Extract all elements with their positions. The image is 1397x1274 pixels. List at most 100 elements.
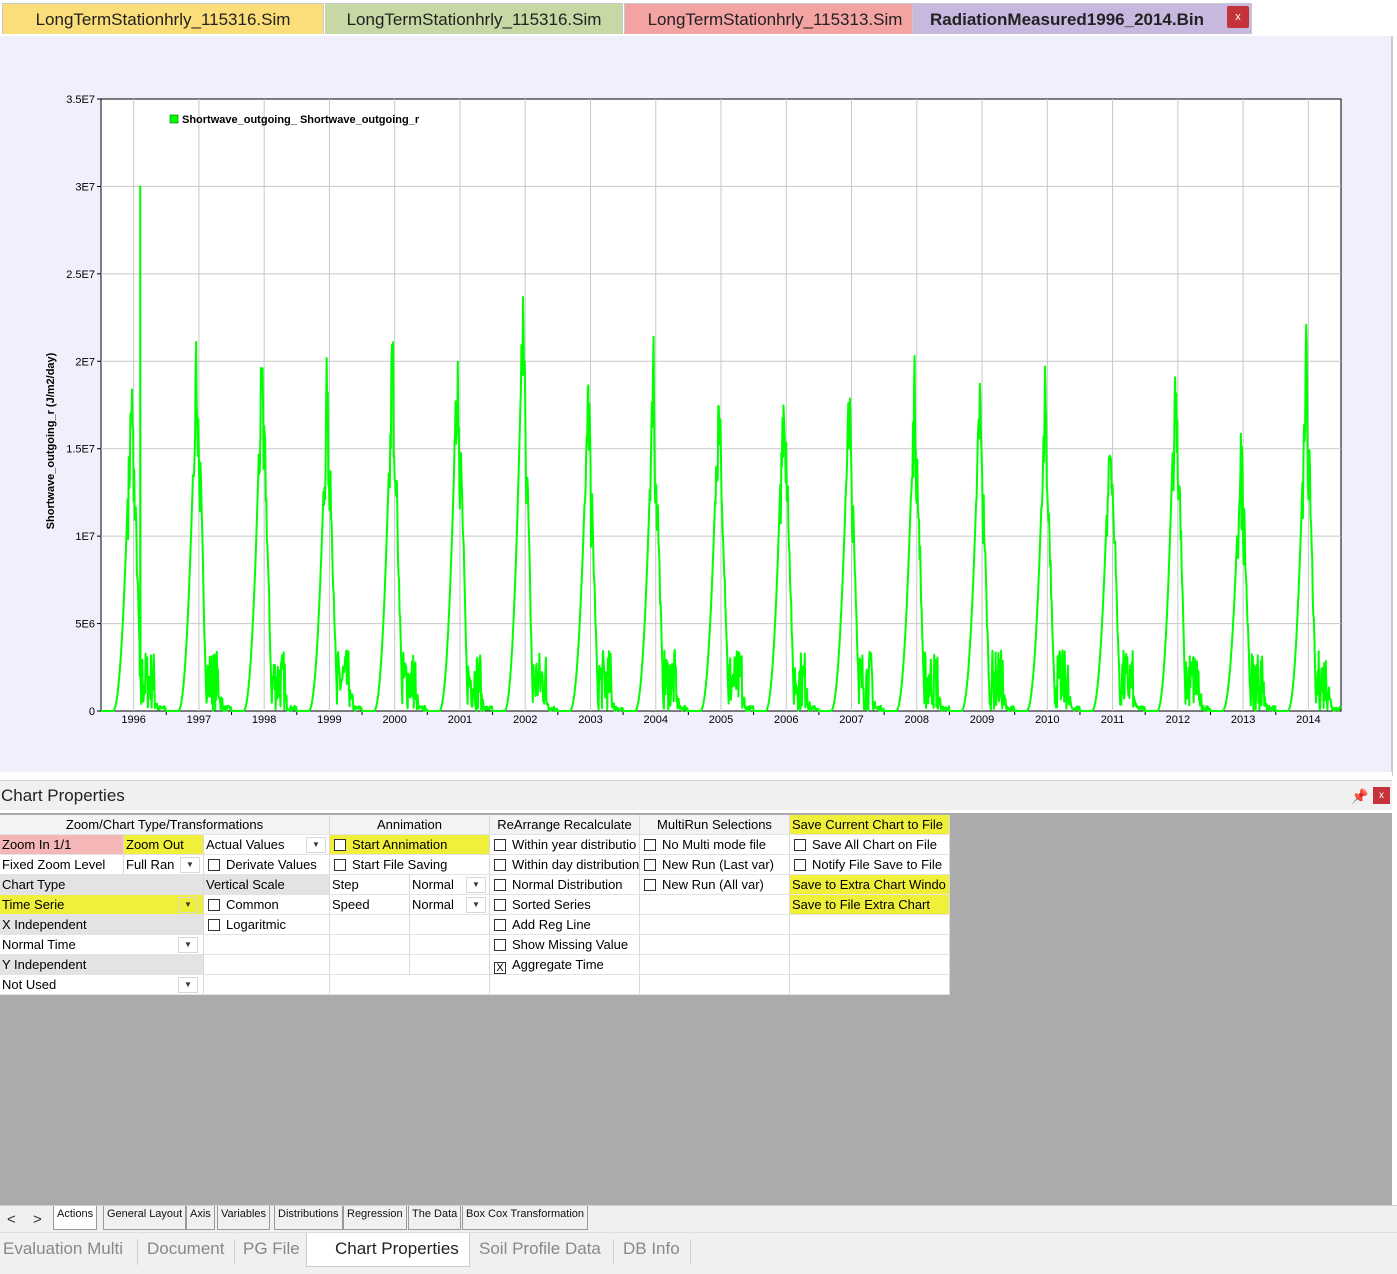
doc-tab-2[interactable]: LongTermStationhrly_115316.Sim xyxy=(325,3,623,34)
checkbox-icon[interactable] xyxy=(644,859,656,871)
checkbox-icon[interactable] xyxy=(494,899,506,911)
empty-cell xyxy=(640,935,790,955)
new-run-last-checkbox[interactable]: New Run (Last var) xyxy=(640,855,790,875)
x-tick-label: 2008 xyxy=(905,714,929,726)
chart-type-select[interactable]: Time Serie ▼ xyxy=(0,895,204,915)
sheet-tab-axis[interactable]: Axis xyxy=(186,1206,215,1230)
y-independent-select[interactable]: Not Used ▼ xyxy=(0,975,204,995)
within-year-checkbox[interactable]: Within year distributio xyxy=(490,835,640,855)
doc-tab-label: LongTermStationhrly_115313.Sim xyxy=(647,10,903,29)
save-current-chart-button[interactable]: Save Current Chart to File xyxy=(790,815,950,835)
checkbox-icon[interactable] xyxy=(208,919,220,931)
y-independent-label: Y Independent xyxy=(0,955,204,975)
sorted-series-checkbox[interactable]: Sorted Series xyxy=(490,895,640,915)
save-all-chart-checkbox[interactable]: Save All Chart on File xyxy=(790,835,950,855)
values-mode-select[interactable]: Actual Values ▼ xyxy=(204,835,330,855)
aggregate-time-checkbox[interactable]: X Aggregate Time xyxy=(490,955,640,975)
checkbox-icon[interactable] xyxy=(794,859,806,871)
no-multi-mode-checkbox[interactable]: No Multi mode file xyxy=(640,835,790,855)
save-extra-window-button[interactable]: Save to Extra Chart Windo xyxy=(790,875,950,895)
within-day-label: Within day distribution xyxy=(512,857,640,872)
empty-cell xyxy=(204,955,330,975)
vertical-scrollbar[interactable] xyxy=(1392,36,1397,776)
chevron-down-icon[interactable]: ▼ xyxy=(178,937,198,953)
checkbox-icon[interactable] xyxy=(334,859,346,871)
speed-select[interactable]: Normal ▼ xyxy=(410,895,490,915)
within-day-checkbox[interactable]: Within day distribution xyxy=(490,855,640,875)
save-file-extra-button[interactable]: Save to File Extra Chart xyxy=(790,895,950,915)
checkbox-icon[interactable] xyxy=(208,899,220,911)
doc-tab-1[interactable]: LongTermStationhrly_115316.Sim xyxy=(2,3,324,34)
panel-tab-chart-properties[interactable]: Chart Properties xyxy=(306,1233,470,1267)
sheet-tab-bar: < > Actions General Layout Axis Variable… xyxy=(0,1205,1397,1232)
tab-divider xyxy=(613,1239,614,1265)
chevron-down-icon[interactable]: ▼ xyxy=(180,857,200,873)
speed-label: Speed xyxy=(330,895,410,915)
checkbox-icon[interactable] xyxy=(334,839,346,851)
doc-tab-3[interactable]: LongTermStationhrly_115313.Sim xyxy=(624,3,926,34)
checkbox-icon[interactable] xyxy=(494,939,506,951)
checkbox-icon[interactable] xyxy=(494,919,506,931)
panel-tab-db-info[interactable]: DB Info xyxy=(623,1239,680,1259)
logaritmic-checkbox[interactable]: Logaritmic xyxy=(204,915,330,935)
chevron-down-icon[interactable]: ▼ xyxy=(306,837,326,853)
panel-tab-soil-profile[interactable]: Soil Profile Data xyxy=(479,1239,601,1259)
chevron-down-icon[interactable]: ▼ xyxy=(178,897,198,913)
empty-cell xyxy=(330,955,410,975)
common-scale-checkbox[interactable]: Common xyxy=(204,895,330,915)
close-tab-icon[interactable]: x xyxy=(1227,6,1249,28)
zoom-out-button[interactable]: Zoom Out xyxy=(124,835,204,855)
sheet-tab-variables[interactable]: Variables xyxy=(217,1206,271,1230)
sheet-tab-general-layout[interactable]: General Layout xyxy=(103,1206,187,1230)
sheet-tab-distributions[interactable]: Distributions xyxy=(274,1206,343,1230)
start-animation-button[interactable]: Start Annimation xyxy=(330,835,490,855)
y-tick-label: 3E7 xyxy=(75,181,95,193)
x-independent-select[interactable]: Normal Time ▼ xyxy=(0,935,204,955)
panel-tab-evaluation-multi[interactable]: Evaluation Multi xyxy=(3,1239,123,1259)
legend-swatch xyxy=(169,114,179,124)
panel-tab-pg-file[interactable]: PG File xyxy=(243,1239,300,1259)
start-file-saving-checkbox[interactable]: Start File Saving xyxy=(330,855,490,875)
tab-divider xyxy=(137,1239,138,1265)
zoom-in-button[interactable]: Zoom In 1/1 xyxy=(0,835,124,855)
checked-checkbox-icon[interactable]: X xyxy=(494,962,506,974)
derivate-values-checkbox[interactable]: Derivate Values xyxy=(204,855,330,875)
doc-tab-label: LongTermStationhrly_115316.Sim xyxy=(35,10,291,29)
step-label: Step xyxy=(330,875,410,895)
chevron-down-icon[interactable]: ▼ xyxy=(466,897,486,913)
add-reg-line-checkbox[interactable]: Add Reg Line xyxy=(490,915,640,935)
normal-distribution-checkbox[interactable]: Normal Distribution xyxy=(490,875,640,895)
x-tick-label: 2013 xyxy=(1231,714,1255,726)
checkbox-icon[interactable] xyxy=(644,839,656,851)
sheet-tab-box-cox[interactable]: Box Cox Transformation xyxy=(462,1206,588,1230)
chevron-right-icon[interactable]: > xyxy=(33,1211,42,1228)
save-all-chart-label: Save All Chart on File xyxy=(812,837,938,852)
notify-file-save-checkbox[interactable]: Notify File Save to File xyxy=(790,855,950,875)
checkbox-icon[interactable] xyxy=(208,859,220,871)
pin-icon[interactable]: 📌 xyxy=(1351,788,1368,805)
step-select[interactable]: Normal ▼ xyxy=(410,875,490,895)
checkbox-icon[interactable] xyxy=(494,839,506,851)
chevron-left-icon[interactable]: < xyxy=(7,1211,16,1228)
empty-cell xyxy=(640,975,790,995)
checkbox-icon[interactable] xyxy=(794,839,806,851)
new-run-all-label: New Run (All var) xyxy=(662,877,764,892)
close-icon[interactable]: x xyxy=(1373,787,1390,804)
checkbox-icon[interactable] xyxy=(644,879,656,891)
sheet-tab-actions[interactable]: Actions xyxy=(53,1206,98,1230)
new-run-all-checkbox[interactable]: New Run (All var) xyxy=(640,875,790,895)
empty-cell xyxy=(490,975,640,995)
checkbox-icon[interactable] xyxy=(494,859,506,871)
chevron-down-icon[interactable]: ▼ xyxy=(178,977,198,993)
checkbox-icon[interactable] xyxy=(494,879,506,891)
y-tick-label: 2.5E7 xyxy=(66,269,95,281)
sheet-tab-the-data[interactable]: The Data xyxy=(408,1206,462,1230)
chevron-down-icon[interactable]: ▼ xyxy=(466,877,486,893)
panel-tab-document[interactable]: Document xyxy=(147,1239,224,1259)
sorted-series-label: Sorted Series xyxy=(512,897,591,912)
doc-tab-4-active[interactable]: RadiationMeasured1996_2014.Bin xyxy=(912,3,1252,34)
sheet-tab-regression[interactable]: Regression xyxy=(343,1206,407,1230)
zoom-range-select[interactable]: Full Ran ▼ xyxy=(124,855,204,875)
show-missing-checkbox[interactable]: Show Missing Value xyxy=(490,935,640,955)
x-tick-label: 2005 xyxy=(709,714,733,726)
